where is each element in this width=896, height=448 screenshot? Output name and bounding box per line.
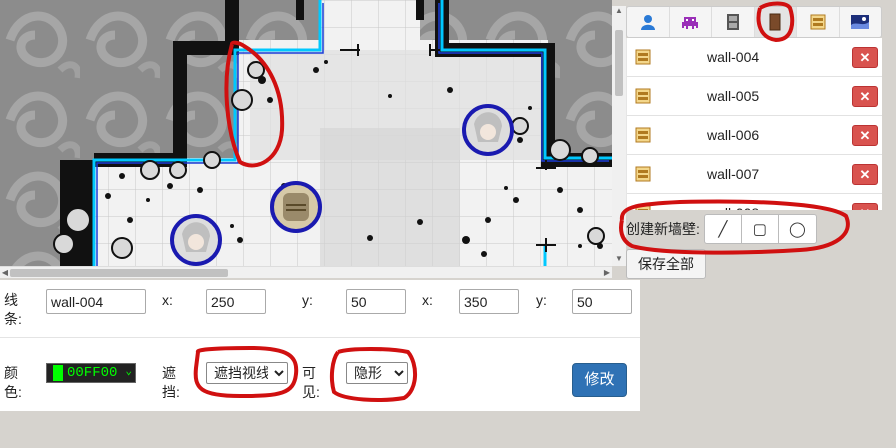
circle-icon: ◯ — [788, 221, 806, 238]
monster-icon — [682, 17, 699, 29]
wall-item-icon — [635, 205, 651, 210]
save-all-button[interactable]: 保存全部 — [626, 249, 706, 279]
map-horizontal-scrollbar[interactable]: ◀ ▶ — [0, 266, 612, 278]
scroll-up-arrow-icon[interactable]: ▲ — [612, 6, 626, 15]
y2-label: y: — [536, 292, 547, 308]
rectangle-icon: ▢ — [752, 221, 767, 238]
visible-select[interactable]: 隐形 — [346, 362, 408, 384]
wall-list-item[interactable]: wall-005 ✕ — [627, 77, 882, 116]
wall-item-name: wall-007 — [707, 166, 760, 182]
list-vertical-scrollbar[interactable]: ▲ ▼ — [612, 6, 626, 266]
user-icon — [640, 15, 655, 30]
y1-label: y: — [302, 292, 313, 308]
wall-item-icon — [635, 88, 651, 107]
wall-item-icon — [635, 127, 651, 146]
wall-list-item[interactable]: wall-004 ✕ — [627, 38, 882, 77]
list-vscroll-thumb[interactable] — [615, 30, 623, 96]
block-select[interactable]: 遮挡视线 — [206, 362, 288, 384]
wall-item-name: wall-004 — [707, 49, 760, 65]
x1-input[interactable] — [206, 289, 266, 314]
map-canvas[interactable] — [0, 0, 612, 266]
wall-item-name: wall-008 — [707, 205, 759, 210]
map-hscroll-thumb[interactable] — [10, 269, 228, 277]
background-icon — [851, 15, 870, 29]
wall-list-item[interactable]: wall-007 ✕ — [627, 155, 882, 194]
scroll-left-arrow-icon[interactable]: ◀ — [0, 267, 10, 279]
scroll-right-arrow-icon[interactable]: ▶ — [602, 267, 612, 279]
color-select[interactable]: 00FF00 ⌄ — [46, 363, 136, 383]
line-icon: ╱ — [718, 221, 728, 238]
x2-input[interactable] — [459, 289, 519, 314]
create-wall-toolbar: 创建新墙壁: ╱ ▢ ◯ — [626, 214, 817, 244]
line-label: 线条: — [4, 292, 22, 327]
object-type-tabs — [626, 6, 882, 38]
light-icon — [810, 14, 826, 30]
delete-wall-button[interactable]: ✕ — [852, 125, 878, 146]
color-value: 00FF00 — [67, 365, 118, 381]
delete-wall-button[interactable]: ✕ — [852, 47, 878, 68]
create-wall-label: 创建新墙壁: — [626, 221, 700, 237]
delete-wall-button[interactable]: ✕ — [852, 86, 878, 107]
y2-input[interactable] — [572, 289, 632, 314]
map-editor: ◀ ▶ ▲ ▼ wall-004 ✕ wall-005 ✕ wall-006 ✕ wall-… — [0, 0, 896, 448]
delete-wall-button[interactable]: ✕ — [852, 164, 878, 185]
create-rect-button[interactable]: ▢ — [742, 215, 779, 243]
tab-characters[interactable] — [627, 7, 670, 37]
tab-monsters[interactable] — [670, 7, 712, 37]
create-circle-button[interactable]: ◯ — [779, 215, 816, 243]
create-wall-shape-group: ╱ ▢ ◯ — [703, 214, 817, 244]
create-line-button[interactable]: ╱ — [705, 215, 742, 243]
x1-label: x: — [162, 292, 173, 308]
x2-label: x: — [422, 292, 433, 308]
y1-input[interactable] — [346, 289, 406, 314]
wall-item-name: wall-006 — [707, 127, 760, 143]
map-drawing — [0, 0, 612, 266]
tab-backgrounds[interactable] — [840, 7, 882, 37]
wall-name-input[interactable] — [46, 289, 146, 314]
wall-icon — [769, 13, 781, 31]
delete-wall-button[interactable]: ✕ — [852, 203, 878, 210]
scroll-down-arrow-icon[interactable]: ▼ — [612, 254, 626, 263]
color-swatch — [53, 365, 63, 381]
chevron-down-icon: ⌄ — [125, 366, 132, 378]
wall-item-icon — [635, 49, 651, 68]
modify-button[interactable]: 修改 — [572, 363, 627, 397]
wall-list-item[interactable]: wall-006 ✕ — [627, 116, 882, 155]
tab-walls[interactable] — [754, 7, 797, 37]
block-label: 遮挡: — [162, 365, 180, 400]
tab-doors[interactable] — [712, 7, 755, 37]
wall-list: wall-004✕wall-005✕wall-006✕wall-007✕wall… — [626, 38, 882, 210]
door-icon — [726, 14, 739, 30]
wall-item-icon — [635, 166, 651, 185]
wall-list-item[interactable]: wall-008 ✕ — [627, 194, 882, 210]
tab-lights[interactable] — [797, 7, 840, 37]
color-label: 颜色: — [4, 365, 22, 400]
wall-item-name: wall-005 — [707, 88, 760, 104]
visible-label: 可见: — [302, 365, 320, 400]
